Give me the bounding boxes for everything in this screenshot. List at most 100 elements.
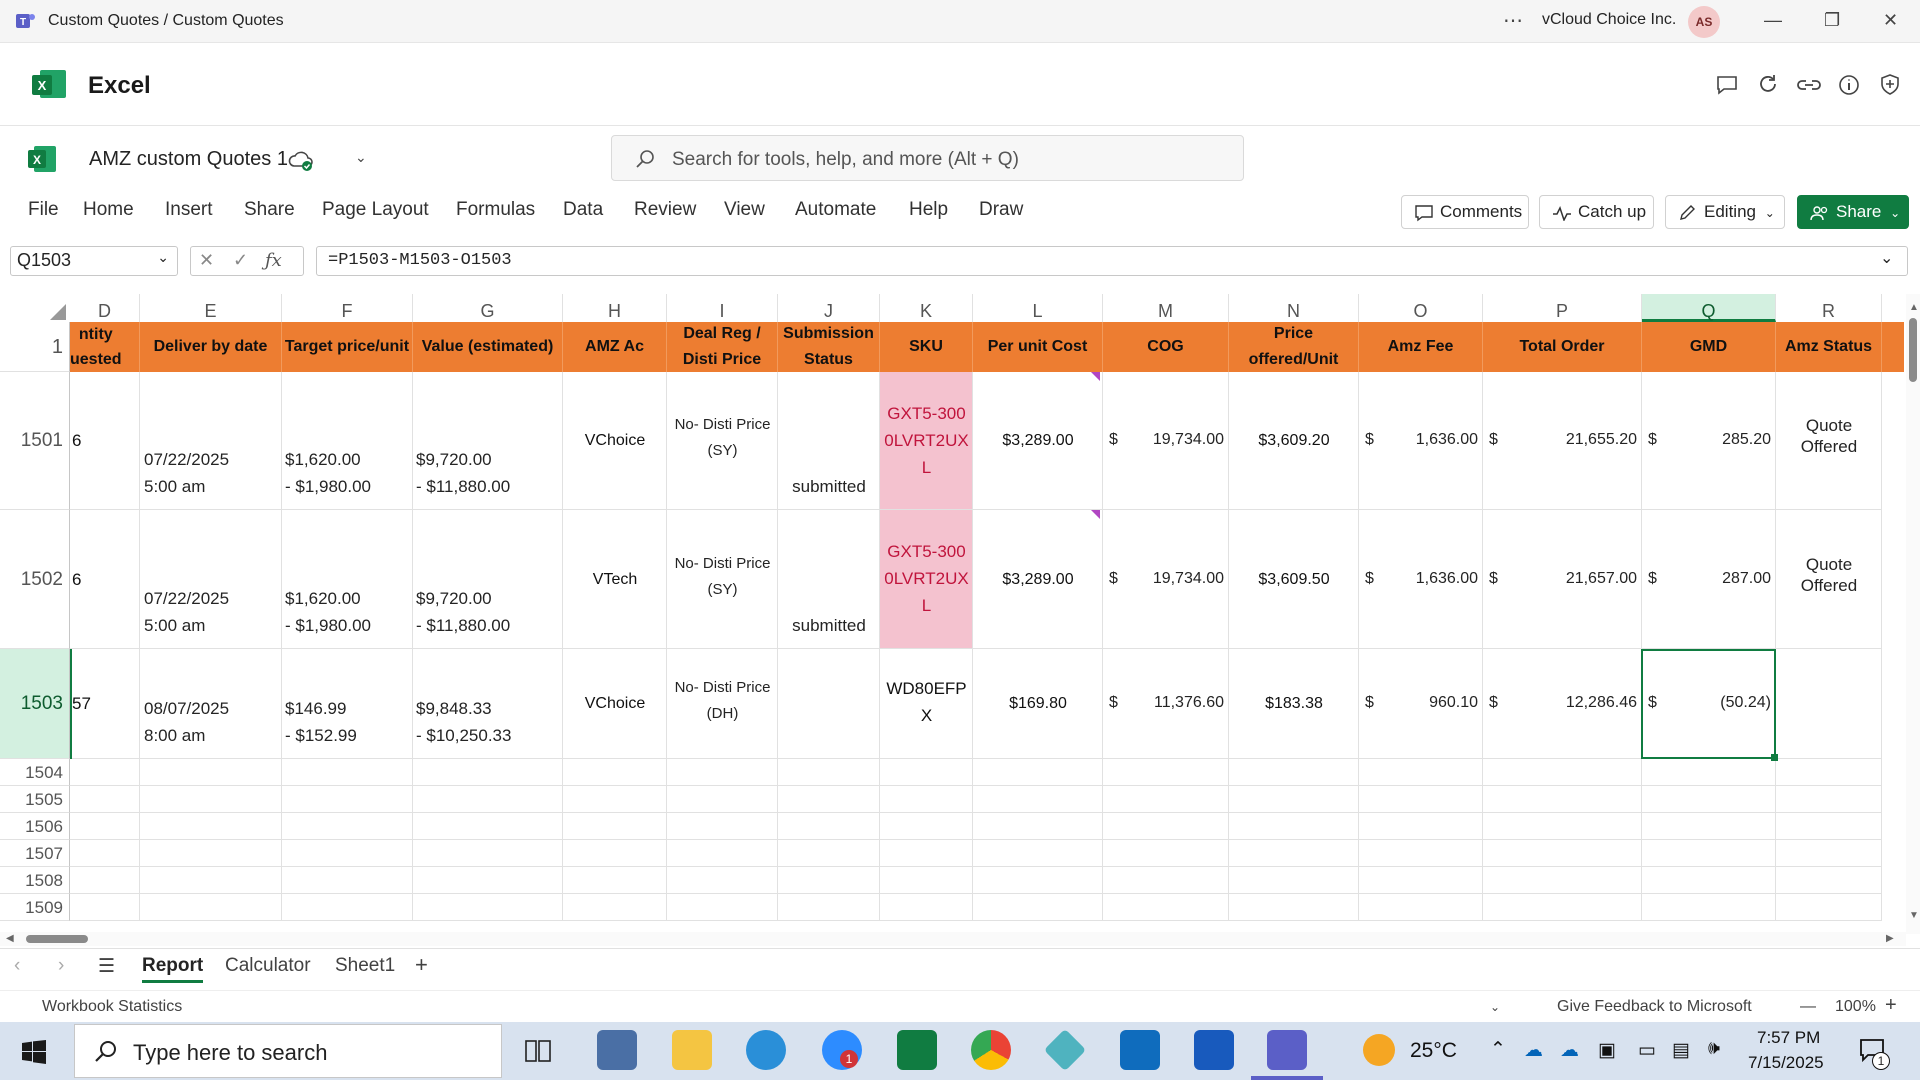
- table-cell[interactable]: [1642, 813, 1776, 840]
- table-cell[interactable]: [282, 840, 413, 867]
- menu-draw[interactable]: Draw: [979, 199, 1023, 221]
- table-cell[interactable]: [778, 813, 880, 840]
- table-cell[interactable]: [1776, 867, 1882, 894]
- menu-data[interactable]: Data: [563, 199, 603, 221]
- table-cell[interactable]: [973, 759, 1103, 786]
- table-cell[interactable]: [140, 840, 282, 867]
- expand-formula-icon[interactable]: ⌄: [1880, 248, 1893, 268]
- col-header-o[interactable]: O: [1359, 294, 1483, 322]
- table-cell[interactable]: [140, 759, 282, 786]
- comments-button[interactable]: Comments: [1401, 195, 1529, 229]
- next-sheet-icon[interactable]: ›: [58, 955, 64, 977]
- menu-view[interactable]: View: [724, 199, 765, 221]
- outlook-icon[interactable]: [1120, 1030, 1160, 1070]
- table-cell[interactable]: [1776, 759, 1882, 786]
- word-icon[interactable]: [1194, 1030, 1234, 1070]
- horizontal-scrollbar-thumb[interactable]: [26, 935, 88, 943]
- col-header-n[interactable]: N: [1229, 294, 1359, 322]
- row-header-1[interactable]: 1: [0, 322, 70, 372]
- onedrive-icon[interactable]: ☁: [1524, 1039, 1543, 1062]
- row-header[interactable]: 1509: [0, 894, 70, 921]
- table-cell[interactable]: [973, 786, 1103, 813]
- col-header-f[interactable]: F: [282, 294, 413, 322]
- feedback-link[interactable]: Give Feedback to Microsoft: [1557, 998, 1752, 1016]
- horizontal-scrollbar[interactable]: ◀ ▶: [0, 932, 1906, 946]
- close-icon[interactable]: ✕: [1883, 10, 1898, 31]
- workbook-statistics[interactable]: Workbook Statistics: [42, 998, 182, 1016]
- restore-icon[interactable]: ❐: [1824, 10, 1840, 31]
- add-sheet-icon[interactable]: +: [415, 952, 428, 978]
- tab-sheet1[interactable]: Sheet1: [335, 955, 395, 977]
- table-cell[interactable]: [778, 759, 880, 786]
- chevron-down-icon[interactable]: ⌄: [355, 149, 367, 166]
- table-cell[interactable]: [1229, 786, 1359, 813]
- organization-name[interactable]: vCloud Choice Inc.: [1542, 11, 1676, 29]
- chevron-down-icon[interactable]: ⌄: [157, 249, 169, 266]
- saved-to-cloud-icon[interactable]: [287, 147, 315, 173]
- teams-taskbar-icon[interactable]: [1267, 1030, 1307, 1070]
- table-cell[interactable]: [667, 867, 778, 894]
- col-header-i[interactable]: I: [667, 294, 778, 322]
- table-cell[interactable]: [70, 813, 140, 840]
- col-header-g[interactable]: G: [413, 294, 563, 322]
- table-cell[interactable]: [140, 786, 282, 813]
- col-header-e[interactable]: E: [140, 294, 282, 322]
- volume-icon[interactable]: 🕪: [1708, 1038, 1720, 1060]
- menu-review[interactable]: Review: [634, 199, 696, 221]
- minimize-icon[interactable]: —: [1764, 10, 1782, 31]
- table-cell[interactable]: [1359, 867, 1483, 894]
- table-cell[interactable]: [778, 840, 880, 867]
- chat-icon[interactable]: [1714, 72, 1740, 98]
- header-cell-amz-ac[interactable]: AMZ Ac: [563, 322, 667, 372]
- table-cell[interactable]: [667, 786, 778, 813]
- header-cell-target-price[interactable]: Target price/unit: [282, 322, 413, 372]
- header-cell-amz-fee[interactable]: Amz Fee: [1359, 322, 1483, 372]
- table-cell[interactable]: [1359, 813, 1483, 840]
- header-cell-value[interactable]: Value (estimated): [413, 322, 563, 372]
- table-cell[interactable]: [282, 813, 413, 840]
- table-cell[interactable]: [667, 510, 778, 649]
- table-cell[interactable]: [413, 867, 563, 894]
- table-cell[interactable]: [140, 867, 282, 894]
- row-header[interactable]: 1506: [0, 813, 70, 840]
- task-view-icon[interactable]: [524, 1037, 552, 1065]
- col-header-j[interactable]: J: [778, 294, 880, 322]
- col-header-l[interactable]: L: [973, 294, 1103, 322]
- excel-taskbar-icon[interactable]: [897, 1030, 937, 1070]
- table-cell[interactable]: [1776, 813, 1882, 840]
- header-cell-unit-cost[interactable]: Per unit Cost: [973, 322, 1103, 372]
- table-cell[interactable]: [140, 894, 282, 921]
- table-cell[interactable]: [1642, 894, 1776, 921]
- table-cell[interactable]: [1229, 813, 1359, 840]
- table-cell[interactable]: [667, 813, 778, 840]
- editing-mode-button[interactable]: Editing ⌄: [1665, 195, 1785, 229]
- avatar[interactable]: AS: [1688, 6, 1720, 38]
- table-cell[interactable]: [140, 813, 282, 840]
- table-cell[interactable]: [1229, 894, 1359, 921]
- tab-calculator[interactable]: Calculator: [225, 955, 311, 977]
- share-button[interactable]: Share ⌄: [1797, 195, 1909, 229]
- table-cell[interactable]: [1483, 867, 1642, 894]
- row-header[interactable]: 1505: [0, 786, 70, 813]
- table-cell[interactable]: [563, 813, 667, 840]
- col-header-k[interactable]: K: [880, 294, 973, 322]
- table-cell[interactable]: [282, 894, 413, 921]
- table-cell[interactable]: [973, 894, 1103, 921]
- app-diamond-icon[interactable]: [1043, 1028, 1087, 1072]
- weather-temperature[interactable]: 25°C: [1410, 1039, 1457, 1063]
- calculator-icon[interactable]: [597, 1030, 637, 1070]
- table-cell[interactable]: [1103, 894, 1229, 921]
- table-cell[interactable]: [667, 372, 778, 510]
- table-cell[interactable]: [1103, 840, 1229, 867]
- tab-report[interactable]: Report: [142, 955, 204, 983]
- clock-date[interactable]: 7/15/2025: [1748, 1053, 1824, 1073]
- function-icon[interactable]: ƒx: [265, 250, 282, 271]
- table-cell[interactable]: [70, 894, 140, 921]
- clock-time[interactable]: 7:57 PM: [1757, 1028, 1820, 1048]
- catch-up-button[interactable]: Catch up: [1539, 195, 1654, 229]
- table-cell[interactable]: [1483, 786, 1642, 813]
- table-cell[interactable]: [778, 894, 880, 921]
- table-cell[interactable]: [778, 867, 880, 894]
- scroll-left-icon[interactable]: ◀: [6, 933, 14, 944]
- table-cell[interactable]: [1359, 894, 1483, 921]
